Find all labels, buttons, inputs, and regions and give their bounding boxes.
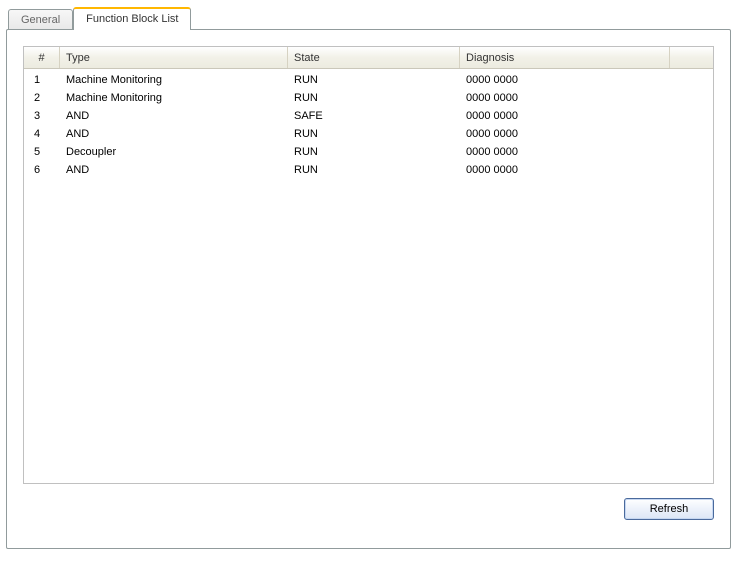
tab-function-block-list[interactable]: Function Block List xyxy=(73,7,191,30)
table-row[interactable]: 4ANDRUN0000 0000 xyxy=(24,125,713,143)
cell-number: 3 xyxy=(24,110,60,122)
cell-state: SAFE xyxy=(288,110,460,122)
cell-type: AND xyxy=(60,128,288,140)
table-row[interactable]: 1Machine MonitoringRUN0000 0000 xyxy=(24,71,713,89)
column-header-diagnosis[interactable]: Diagnosis xyxy=(460,47,670,68)
table-row[interactable]: 6ANDRUN0000 0000 xyxy=(24,161,713,179)
cell-state: RUN xyxy=(288,128,460,140)
cell-number: 6 xyxy=(24,164,60,176)
listview-header: # Type State Diagnosis xyxy=(24,47,713,69)
refresh-button[interactable]: Refresh xyxy=(624,498,714,520)
tabs-row: General Function Block List xyxy=(8,6,731,29)
cell-type: Decoupler xyxy=(60,146,288,158)
cell-state: RUN xyxy=(288,146,460,158)
cell-type: Machine Monitoring xyxy=(60,92,288,104)
cell-type: AND xyxy=(60,110,288,122)
cell-state: RUN xyxy=(288,74,460,86)
function-block-listview: # Type State Diagnosis 1Machine Monitori… xyxy=(23,46,714,484)
tabs-container: General Function Block List # Type State… xyxy=(6,6,731,549)
cell-state: RUN xyxy=(288,92,460,104)
table-row[interactable]: 5DecouplerRUN0000 0000 xyxy=(24,143,713,161)
column-header-number[interactable]: # xyxy=(24,47,60,68)
cell-number: 4 xyxy=(24,128,60,140)
cell-type: AND xyxy=(60,164,288,176)
cell-diagnosis: 0000 0000 xyxy=(460,128,670,140)
tab-general[interactable]: General xyxy=(8,9,73,30)
cell-diagnosis: 0000 0000 xyxy=(460,146,670,158)
cell-diagnosis: 0000 0000 xyxy=(460,92,670,104)
column-header-state[interactable]: State xyxy=(288,47,460,68)
cell-diagnosis: 0000 0000 xyxy=(460,74,670,86)
cell-diagnosis: 0000 0000 xyxy=(460,164,670,176)
table-row[interactable]: 3ANDSAFE0000 0000 xyxy=(24,107,713,125)
listview-body: 1Machine MonitoringRUN0000 00002Machine … xyxy=(24,69,713,179)
cell-number: 1 xyxy=(24,74,60,86)
cell-diagnosis: 0000 0000 xyxy=(460,110,670,122)
cell-type: Machine Monitoring xyxy=(60,74,288,86)
column-header-tail xyxy=(670,47,713,68)
tab-panel: # Type State Diagnosis 1Machine Monitori… xyxy=(6,29,731,549)
button-row: Refresh xyxy=(23,498,714,520)
column-header-type[interactable]: Type xyxy=(60,47,288,68)
cell-state: RUN xyxy=(288,164,460,176)
cell-number: 5 xyxy=(24,146,60,158)
table-row[interactable]: 2Machine MonitoringRUN0000 0000 xyxy=(24,89,713,107)
cell-number: 2 xyxy=(24,92,60,104)
